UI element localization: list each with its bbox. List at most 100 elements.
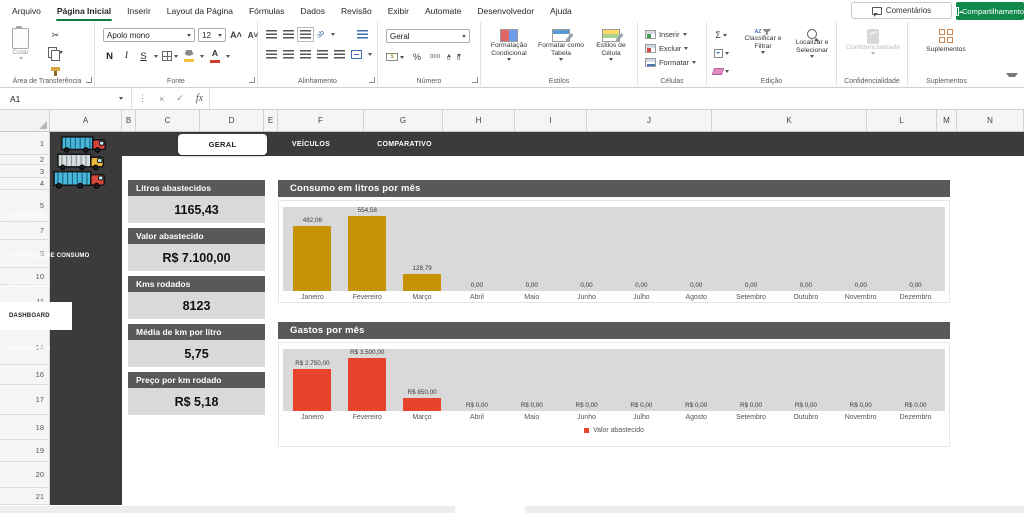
column-header-K[interactable]: K xyxy=(712,110,867,131)
italic-button[interactable]: I xyxy=(120,49,133,63)
menu-tab-página-inicial[interactable]: Página Inicial xyxy=(49,0,119,22)
tab-geral[interactable]: GERAL xyxy=(178,134,267,155)
menu-tab-layout-da-página[interactable]: Layout da Página xyxy=(159,0,241,22)
number-dialog-launcher[interactable] xyxy=(472,77,478,83)
sidebar-item-relatórios[interactable]: RELATÓRIOS xyxy=(0,274,72,298)
select-all-corner[interactable] xyxy=(0,110,50,131)
font-size-combo[interactable]: 12 xyxy=(198,28,226,42)
column-header-A[interactable]: A xyxy=(50,110,122,131)
comments-button[interactable]: Comentários xyxy=(851,2,952,19)
align-top-icon[interactable] xyxy=(266,30,277,39)
row-header-20[interactable]: 20 xyxy=(0,462,49,488)
format-cells-button[interactable]: Formatar xyxy=(645,55,696,69)
share-button[interactable]: Compartilhamento xyxy=(956,2,1024,20)
tab-veículos[interactable]: VEÍCULOS xyxy=(276,134,346,155)
menu-tab-arquivo[interactable]: Arquivo xyxy=(4,0,49,22)
autosum-button[interactable]: Σ xyxy=(713,28,729,42)
addins-button[interactable]: Suplementos xyxy=(916,29,976,54)
underline-caret-icon[interactable] xyxy=(154,55,158,58)
menu-tab-desenvolvedor[interactable]: Desenvolvedor xyxy=(469,0,542,22)
menu-tab-ajuda[interactable]: Ajuda xyxy=(542,0,580,22)
merge-center-icon[interactable] xyxy=(351,50,362,59)
borders-button[interactable] xyxy=(162,49,178,63)
column-header-I[interactable]: I xyxy=(515,110,587,131)
cut-button[interactable]: ✂ xyxy=(48,28,63,42)
align-middle-icon[interactable] xyxy=(283,30,294,39)
copy-button[interactable] xyxy=(48,45,63,59)
delete-cells-button[interactable]: Excluir xyxy=(645,41,696,55)
row-header-16[interactable]: 16 xyxy=(0,365,49,385)
conditional-formatting-button[interactable]: Formatação Condicional xyxy=(483,29,535,61)
clear-button[interactable] xyxy=(713,64,729,78)
row-header-1[interactable]: 1 xyxy=(0,132,49,155)
increase-font-button[interactable]: A˄ xyxy=(229,28,243,42)
row-header-17[interactable]: 17 xyxy=(0,385,49,415)
tab-comparativo[interactable]: COMPARATIVO xyxy=(352,134,457,155)
column-header-E[interactable]: E xyxy=(264,110,278,131)
fill-button[interactable] xyxy=(713,46,729,60)
menu-tab-automate[interactable]: Automate xyxy=(417,0,469,22)
menu-tab-revisão[interactable]: Revisão xyxy=(333,0,380,22)
align-right-icon[interactable] xyxy=(300,50,311,59)
insert-function-icon[interactable]: fx xyxy=(190,93,209,104)
column-header-C[interactable]: C xyxy=(136,110,200,131)
bold-button[interactable]: N xyxy=(103,49,116,63)
alignment-dialog-launcher[interactable] xyxy=(369,77,375,83)
decrease-decimal-button[interactable]: 0 xyxy=(457,54,461,61)
percent-button[interactable]: % xyxy=(410,50,424,64)
row-header-4[interactable]: 4 xyxy=(0,178,49,190)
orientation-icon[interactable]: ab xyxy=(316,29,326,39)
paste-button[interactable]: Colar xyxy=(12,28,29,60)
cancel-icon[interactable]: × xyxy=(153,94,170,104)
row-header-18[interactable]: 18 xyxy=(0,415,49,440)
column-header-H[interactable]: H xyxy=(443,110,515,131)
row-header-2[interactable]: 2 xyxy=(0,155,49,165)
menu-tab-exibir[interactable]: Exibir xyxy=(380,0,417,22)
column-header-J[interactable]: J xyxy=(587,110,712,131)
column-header-D[interactable]: D xyxy=(200,110,264,131)
increase-decimal-button[interactable]: 0 xyxy=(447,54,451,61)
decrease-indent-icon[interactable] xyxy=(317,50,328,59)
insert-cells-button[interactable]: Inserir xyxy=(645,27,696,41)
format-painter-button[interactable] xyxy=(48,62,63,76)
row-header-19[interactable]: 19 xyxy=(0,440,49,462)
horizontal-scrollbar[interactable] xyxy=(0,505,1024,513)
number-format-combo[interactable]: Geral xyxy=(386,29,470,43)
accounting-format-button[interactable]: $ xyxy=(386,50,404,64)
sort-filter-button[interactable]: AZ Classificar e Filtrar xyxy=(739,29,787,54)
font-color-button[interactable]: A xyxy=(208,49,222,63)
fill-color-button[interactable] xyxy=(182,49,196,63)
align-bottom-icon[interactable] xyxy=(300,30,311,39)
cell-styles-button[interactable]: Estilos de Célula xyxy=(587,29,635,61)
clipboard-dialog-launcher[interactable] xyxy=(86,77,92,83)
row-header-21[interactable]: 21 xyxy=(0,488,49,505)
formula-input[interactable] xyxy=(209,88,1024,109)
column-header-F[interactable]: F xyxy=(278,110,364,131)
menu-tab-dados[interactable]: Dados xyxy=(292,0,333,22)
underline-button[interactable]: S xyxy=(137,49,150,63)
collapse-ribbon-icon[interactable] xyxy=(1006,73,1018,81)
align-center-icon[interactable] xyxy=(283,50,294,59)
column-header-B[interactable]: B xyxy=(122,110,136,131)
column-header-N[interactable]: N xyxy=(957,110,1024,131)
sidebar-item-dashboard[interactable]: DASHBOARD xyxy=(0,302,72,330)
align-left-icon[interactable] xyxy=(266,50,277,59)
menu-tab-fórmulas[interactable]: Fórmulas xyxy=(241,0,292,22)
sidebar-item-instruções[interactable]: INSTRUÇÕES xyxy=(0,336,72,362)
wrap-text-icon[interactable] xyxy=(357,30,368,39)
format-as-table-button[interactable]: Formatar como Tabela xyxy=(535,29,587,61)
font-dialog-launcher[interactable] xyxy=(249,77,255,83)
column-header-G[interactable]: G xyxy=(364,110,443,131)
name-box[interactable]: A1 xyxy=(0,88,132,109)
find-select-button[interactable]: Localizar e Selecionar xyxy=(789,29,835,58)
column-header-M[interactable]: M xyxy=(937,110,957,131)
row-header-3[interactable]: 3 xyxy=(0,165,49,178)
enter-icon[interactable]: ✓ xyxy=(170,93,190,104)
column-header-L[interactable]: L xyxy=(867,110,937,131)
sidebar-item-cadastro[interactable]: CADASTRO xyxy=(0,204,72,228)
menu-tab-inserir[interactable]: Inserir xyxy=(119,0,159,22)
comma-style-button[interactable]: 000 xyxy=(430,54,441,60)
font-name-combo[interactable]: Apolo mono xyxy=(103,28,195,42)
increase-indent-icon[interactable] xyxy=(334,50,345,59)
sidebar-item-controle-de-consumo[interactable]: CONTROLE DE CONSUMO xyxy=(0,244,72,268)
